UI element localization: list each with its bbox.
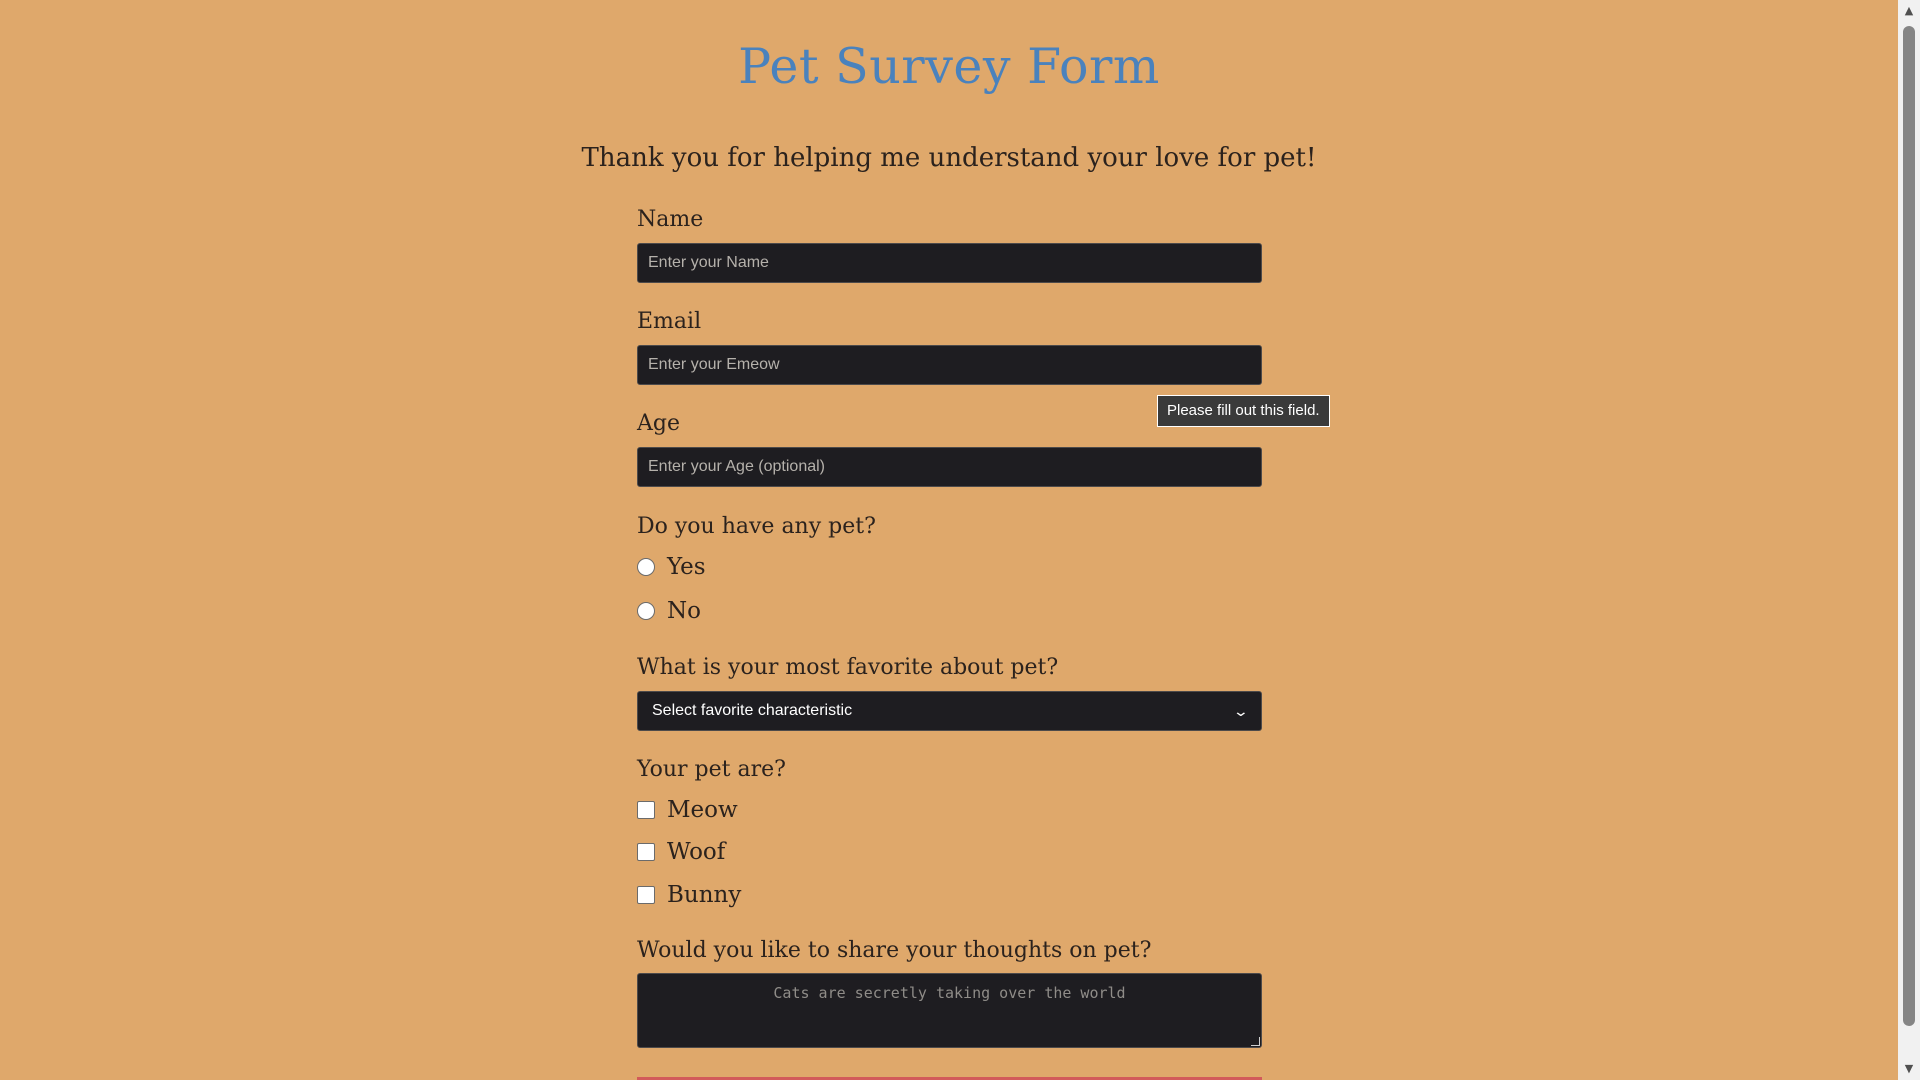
age-input[interactable]	[637, 447, 1262, 487]
survey-form: Name Email Age Do you have any pet? Yes …	[637, 0, 1262, 1080]
checkbox-label-bunny: Bunny	[667, 882, 742, 908]
checkbox-option-bunny[interactable]: Bunny	[637, 881, 741, 909]
radio-option-yes[interactable]: Yes	[637, 553, 706, 581]
page: Pet Survey Form Thank you for helping me…	[0, 0, 1898, 1080]
favorite-question: What is your most favorite about pet?	[637, 655, 1059, 680]
scroll-up-arrow-icon[interactable]: ▲	[1898, 2, 1920, 20]
checkbox-option-meow[interactable]: Meow	[637, 796, 738, 824]
scroll-down-arrow-icon[interactable]: ▼	[1898, 1060, 1920, 1078]
resize-handle-icon[interactable]	[1251, 1037, 1260, 1046]
validation-tooltip: Please fill out this field.	[1157, 395, 1330, 427]
name-input[interactable]	[637, 243, 1262, 283]
favorite-select-value: Select favorite characteristic	[652, 702, 853, 719]
name-label: Name	[637, 207, 704, 232]
checkbox-meow[interactable]	[637, 801, 655, 819]
checkbox-label-meow: Meow	[667, 797, 738, 823]
radio-label-yes: Yes	[667, 554, 706, 580]
checkbox-label-woof: Woof	[667, 839, 726, 865]
thoughts-textarea[interactable]	[637, 973, 1262, 1048]
favorite-select[interactable]: Select favorite characteristic ⌄	[637, 691, 1262, 731]
checkbox-bunny[interactable]	[637, 886, 655, 904]
email-label: Email	[637, 309, 702, 334]
chevron-down-icon: ⌄	[1232, 702, 1250, 719]
radio-option-no[interactable]: No	[637, 597, 701, 625]
checkbox-woof[interactable]	[637, 843, 655, 861]
scrollbar-thumb[interactable]	[1903, 26, 1915, 1026]
pet-type-question: Your pet are?	[637, 757, 786, 782]
vertical-scrollbar[interactable]: ▲ ▼	[1898, 0, 1920, 1080]
checkbox-option-woof[interactable]: Woof	[637, 838, 725, 866]
has-pet-question: Do you have any pet?	[637, 514, 876, 539]
radio-no[interactable]	[637, 602, 655, 620]
thoughts-question: Would you like to share your thoughts on…	[637, 938, 1152, 963]
age-label: Age	[637, 411, 680, 436]
radio-label-no: No	[667, 598, 701, 624]
email-input[interactable]	[637, 345, 1262, 385]
radio-yes[interactable]	[637, 558, 655, 576]
